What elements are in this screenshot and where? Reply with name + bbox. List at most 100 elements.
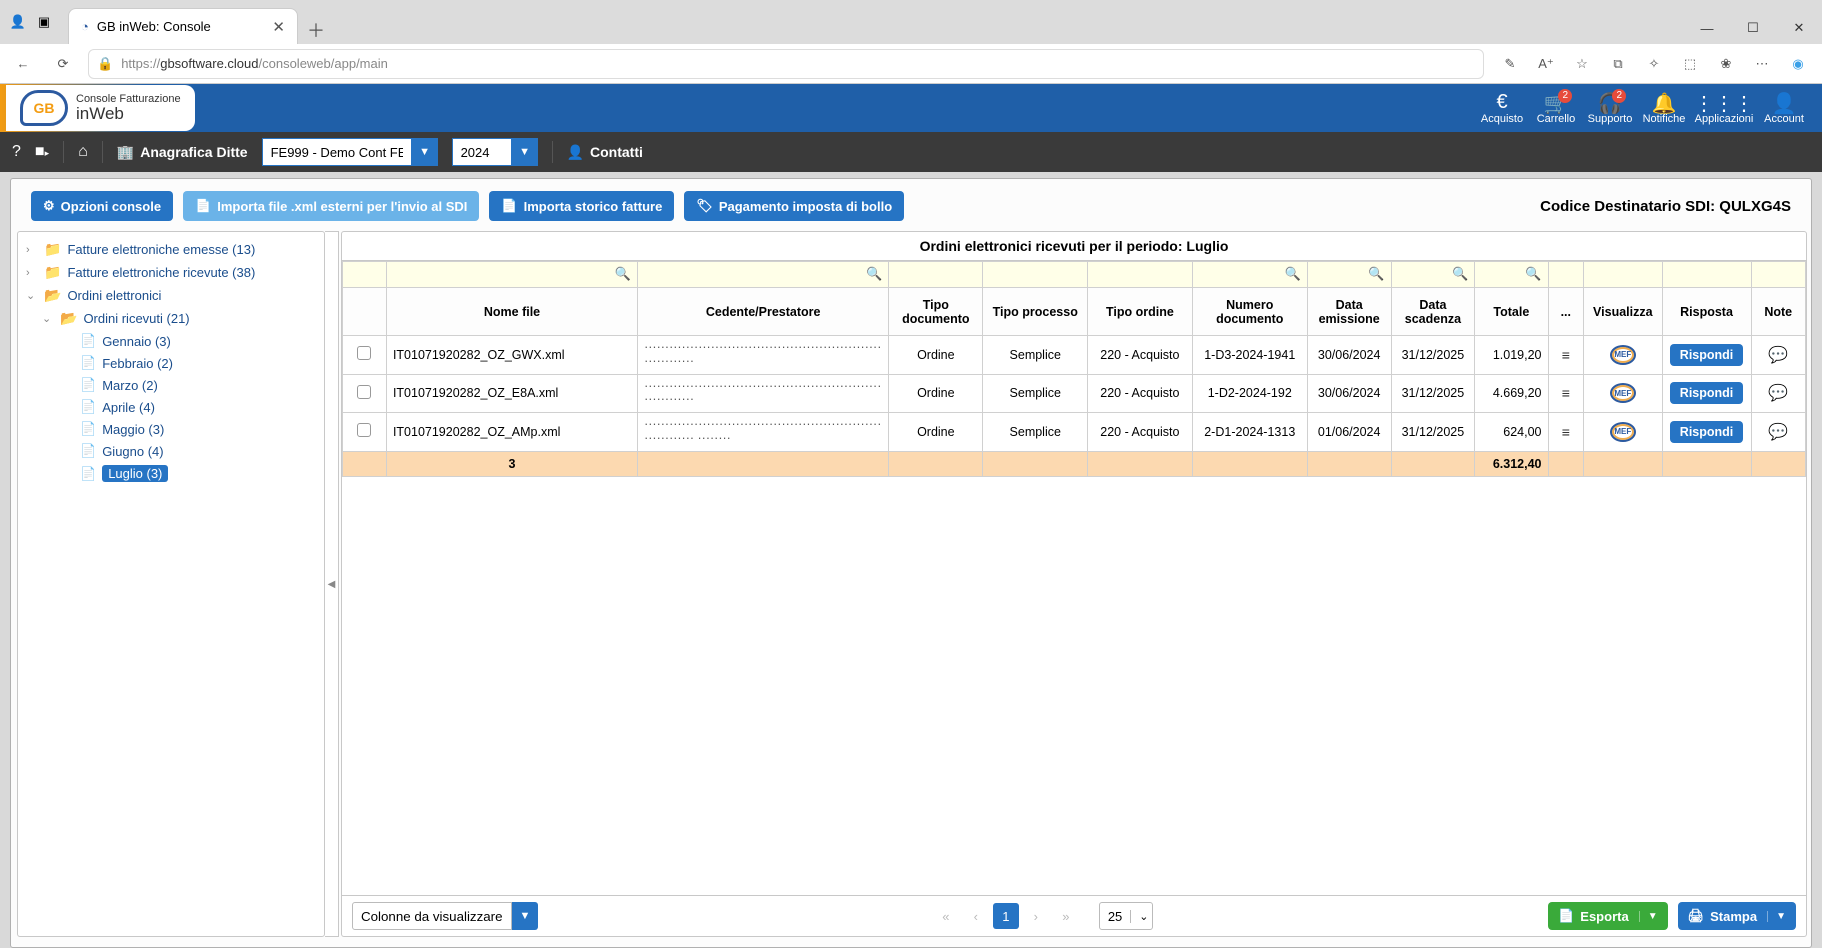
header-notifiche[interactable]: 🔔Notifiche <box>1640 91 1688 125</box>
collections-icon[interactable]: ⧉ <box>1602 48 1634 80</box>
chevron-down-icon[interactable]: ⌄ <box>1130 910 1152 923</box>
collapse-tree-button[interactable]: ◀ <box>325 231 339 937</box>
filter-dataem[interactable]: 🔍 <box>1307 262 1391 288</box>
tree-gennaio[interactable]: 📄Gennaio (3) <box>22 330 320 352</box>
profile-icon[interactable]: 👤 <box>8 12 28 32</box>
columns-select[interactable]: ▼ <box>352 902 538 930</box>
mef-logo-icon[interactable]: MEF <box>1610 345 1636 365</box>
row-menu-icon[interactable]: ≡ <box>1562 424 1570 440</box>
chevron-down-icon[interactable]: ▼ <box>512 902 538 930</box>
video-icon[interactable]: ■▸ <box>35 143 49 161</box>
tree-luglio[interactable]: 📄Luglio (3) <box>22 462 320 485</box>
header-supporto[interactable]: 🎧2Supporto <box>1586 91 1634 125</box>
tree-ordini[interactable]: ⌄📂Ordini elettronici <box>22 284 320 307</box>
tree-ordini-ricevuti[interactable]: ⌄📂Ordini ricevuti (21) <box>22 307 320 330</box>
tree-fatture-ricevute[interactable]: ›📁Fatture elettroniche ricevute (38) <box>22 261 320 284</box>
url-input[interactable]: 🔒 https://gbsoftware.cloud/consoleweb/ap… <box>88 49 1484 79</box>
stampa-button[interactable]: 🖨Stampa▼ <box>1678 902 1796 930</box>
window-close-button[interactable]: ✕ <box>1776 12 1822 44</box>
year-select[interactable]: ▼ <box>452 138 538 166</box>
row-menu-icon[interactable]: ≡ <box>1562 385 1570 401</box>
chevron-down-icon[interactable]: ▼ <box>1767 911 1786 922</box>
browser-tab[interactable]: ◔ GB inWeb: Console ✕ <box>68 8 298 44</box>
extensions-icon[interactable]: ✧ <box>1638 48 1670 80</box>
search-icon[interactable]: 🔍 <box>1285 266 1301 282</box>
columns-input[interactable] <box>352 902 512 930</box>
filter-numdoc[interactable]: 🔍 <box>1192 262 1307 288</box>
contatti-button[interactable]: 👤Contatti <box>567 144 643 161</box>
search-icon[interactable]: 🔍 <box>1452 266 1468 282</box>
ext3-icon[interactable]: ❀ <box>1710 48 1742 80</box>
read-aloud-icon[interactable]: A⁺ <box>1530 48 1562 80</box>
mef-logo-icon[interactable]: MEF <box>1610 383 1636 403</box>
search-icon[interactable]: 🔍 <box>615 266 631 282</box>
tree-giugno[interactable]: 📄Giugno (4) <box>22 440 320 462</box>
page-size-select[interactable]: 25⌄ <box>1099 902 1153 930</box>
pagamento-bollo-button[interactable]: 🏷Pagamento imposta di bollo <box>684 191 904 221</box>
app-logo[interactable]: GB Console Fatturazione inWeb <box>6 85 195 131</box>
header-account[interactable]: 👤Account <box>1760 91 1808 125</box>
filter-cedente[interactable]: 🔍 <box>638 262 889 288</box>
pager-next[interactable]: › <box>1023 903 1049 929</box>
company-input[interactable] <box>262 138 412 166</box>
col-data-em[interactable]: Data emissione <box>1307 288 1391 336</box>
filter-datasc[interactable]: 🔍 <box>1391 262 1475 288</box>
col-data-sc[interactable]: Data scadenza <box>1391 288 1475 336</box>
tree-maggio[interactable]: 📄Maggio (3) <box>22 418 320 440</box>
ext2-icon[interactable]: ⬚ <box>1674 48 1706 80</box>
row-checkbox[interactable] <box>357 385 371 399</box>
window-minimize-button[interactable]: — <box>1684 12 1730 44</box>
rispondi-button[interactable]: Rispondi <box>1670 344 1743 366</box>
rispondi-button[interactable]: Rispondi <box>1670 421 1743 443</box>
col-totale[interactable]: Totale <box>1475 288 1548 336</box>
header-acquisto[interactable]: €Acquisto <box>1478 91 1526 125</box>
opzioni-console-button[interactable]: ⚙Opzioni console <box>31 191 173 221</box>
tree-fatture-emesse[interactable]: ›📁Fatture elettroniche emesse (13) <box>22 238 320 261</box>
pen-icon[interactable]: ✎ <box>1494 48 1526 80</box>
tree-marzo[interactable]: 📄Marzo (2) <box>22 374 320 396</box>
note-icon[interactable]: 💬 <box>1768 424 1788 441</box>
note-icon[interactable]: 💬 <box>1768 385 1788 402</box>
search-icon[interactable]: 🔍 <box>1368 266 1384 282</box>
chevron-down-icon[interactable]: ▼ <box>412 138 438 166</box>
col-nome-file[interactable]: Nome file <box>386 288 637 336</box>
tree-aprile[interactable]: 📄Aprile (4) <box>22 396 320 418</box>
filter-totale[interactable]: 🔍 <box>1475 262 1548 288</box>
copilot-icon[interactable]: ◉ <box>1782 48 1814 80</box>
filter-nome-file[interactable]: 🔍 <box>386 262 637 288</box>
header-applicazioni[interactable]: ⋮⋮⋮Applicazioni <box>1694 91 1754 125</box>
tab-close-button[interactable]: ✕ <box>272 18 285 36</box>
row-checkbox[interactable] <box>357 423 371 437</box>
pager-first[interactable]: « <box>933 903 959 929</box>
window-maximize-button[interactable]: ☐ <box>1730 12 1776 44</box>
year-input[interactable] <box>452 138 512 166</box>
tree-febbraio[interactable]: 📄Febbraio (2) <box>22 352 320 374</box>
row-menu-icon[interactable]: ≡ <box>1562 347 1570 363</box>
refresh-button[interactable]: ⟳ <box>48 49 78 79</box>
col-tipo-doc[interactable]: Tipo documento <box>889 288 983 336</box>
col-tipo-proc[interactable]: Tipo processo <box>983 288 1088 336</box>
back-button[interactable]: ← <box>8 49 38 79</box>
anagrafica-label[interactable]: 🏢Anagrafica Ditte <box>117 144 248 161</box>
esporta-button[interactable]: 📄Esporta▼ <box>1548 902 1668 930</box>
pager-last[interactable]: » <box>1053 903 1079 929</box>
row-checkbox[interactable] <box>357 346 371 360</box>
col-cedente[interactable]: Cedente/Prestatore <box>638 288 889 336</box>
chevron-down-icon[interactable]: ▼ <box>1639 911 1658 922</box>
help-icon[interactable]: ? <box>12 143 21 161</box>
more-icon[interactable]: ⋯ <box>1746 48 1778 80</box>
home-icon[interactable]: ⌂ <box>78 143 88 161</box>
mef-logo-icon[interactable]: MEF <box>1610 422 1636 442</box>
search-icon[interactable]: 🔍 <box>1525 266 1541 282</box>
new-tab-button[interactable]: ＋ <box>302 16 330 44</box>
company-select[interactable]: ▼ <box>262 138 438 166</box>
search-icon[interactable]: 🔍 <box>866 266 882 282</box>
col-tipo-ordine[interactable]: Tipo ordine <box>1088 288 1193 336</box>
chevron-down-icon[interactable]: ▼ <box>512 138 538 166</box>
favorite-icon[interactable]: ☆ <box>1566 48 1598 80</box>
pager-prev[interactable]: ‹ <box>963 903 989 929</box>
rispondi-button[interactable]: Rispondi <box>1670 382 1743 404</box>
importa-storico-button[interactable]: 📄Importa storico fatture <box>489 191 674 221</box>
importa-xml-button[interactable]: 📄Importa file .xml esterni per l'invio a… <box>183 191 479 221</box>
col-numero-doc[interactable]: Numero documento <box>1192 288 1307 336</box>
